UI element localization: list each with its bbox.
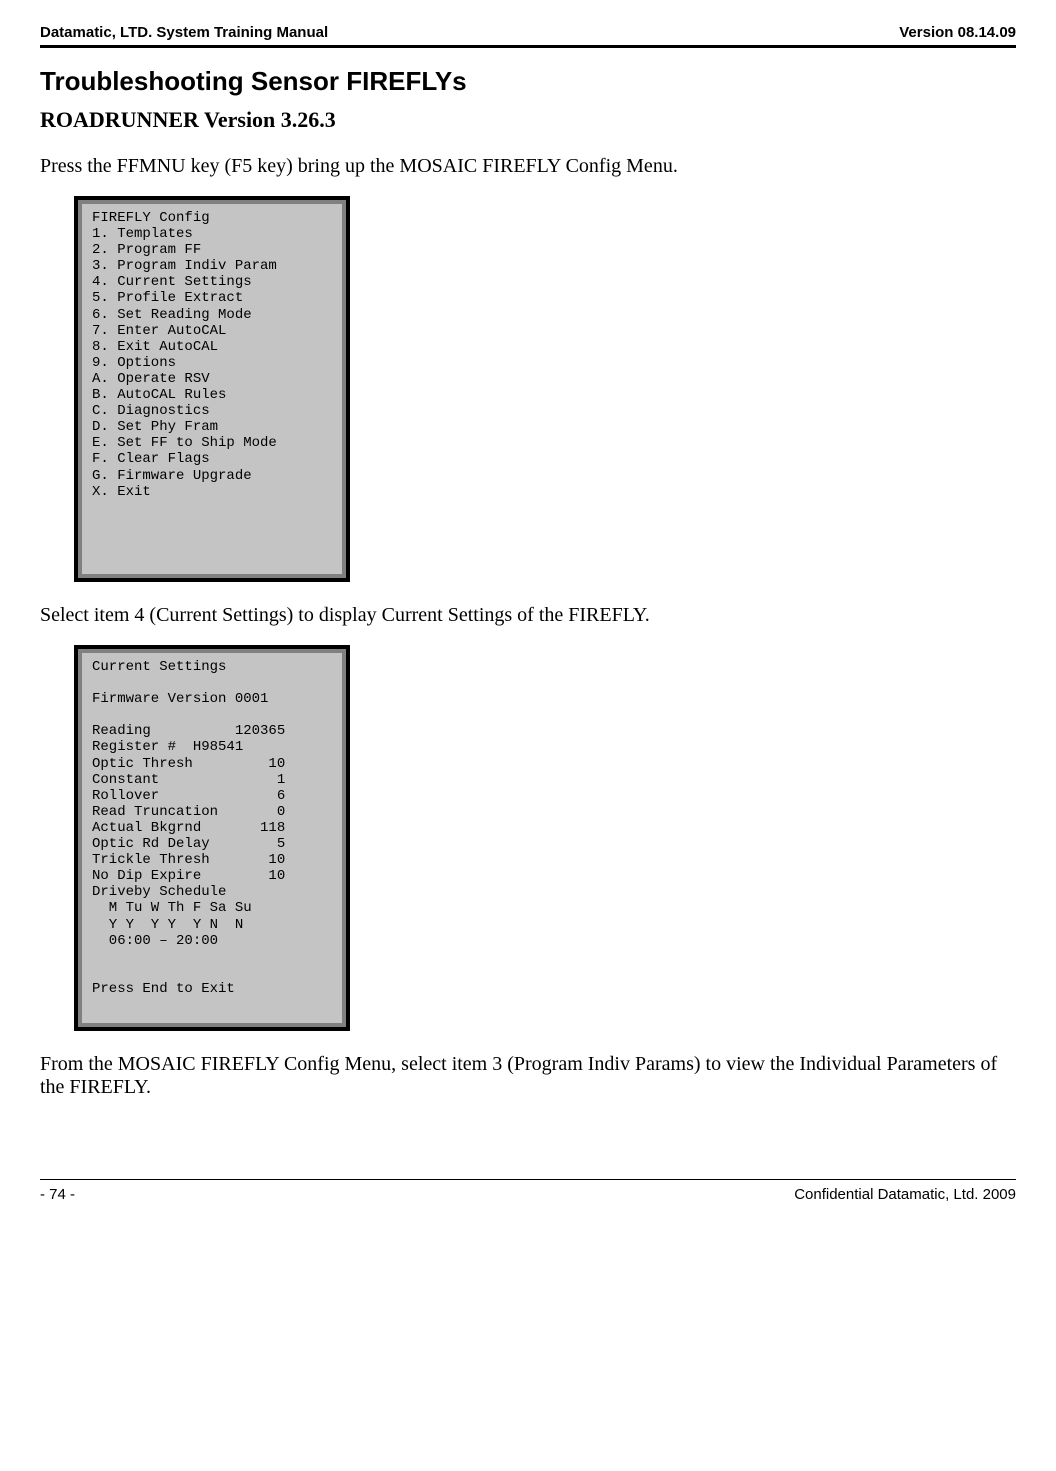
footer-page-number: - 74 - (40, 1186, 75, 1203)
screen-content-current-settings: Current Settings Firmware Version 0001 R… (82, 653, 342, 1023)
body-text-2: Select item 4 (Current Settings) to disp… (40, 604, 1016, 627)
page-header: Datamatic, LTD. System Training Manual V… (40, 24, 1016, 41)
footer-confidential: Confidential Datamatic, Ltd. 2009 (794, 1186, 1016, 1203)
body-text-3: From the MOSAIC FIREFLY Config Menu, sel… (40, 1053, 1016, 1099)
page-footer: - 74 - Confidential Datamatic, Ltd. 2009 (40, 1186, 1016, 1203)
header-divider (40, 45, 1016, 48)
screen-content-config-menu: FIREFLY Config 1. Templates 2. Program F… (82, 204, 342, 574)
header-left: Datamatic, LTD. System Training Manual (40, 24, 328, 41)
header-right: Version 08.14.09 (899, 24, 1016, 41)
sub-title: ROADRUNNER Version 3.26.3 (40, 107, 1016, 133)
main-title: Troubleshooting Sensor FIREFLYs (40, 66, 1016, 97)
screen-box-current-settings: Current Settings Firmware Version 0001 R… (74, 645, 350, 1031)
screen-box-config-menu: FIREFLY Config 1. Templates 2. Program F… (74, 196, 350, 582)
body-text-1: Press the FFMNU key (F5 key) bring up th… (40, 155, 1016, 178)
footer-divider (40, 1179, 1016, 1180)
